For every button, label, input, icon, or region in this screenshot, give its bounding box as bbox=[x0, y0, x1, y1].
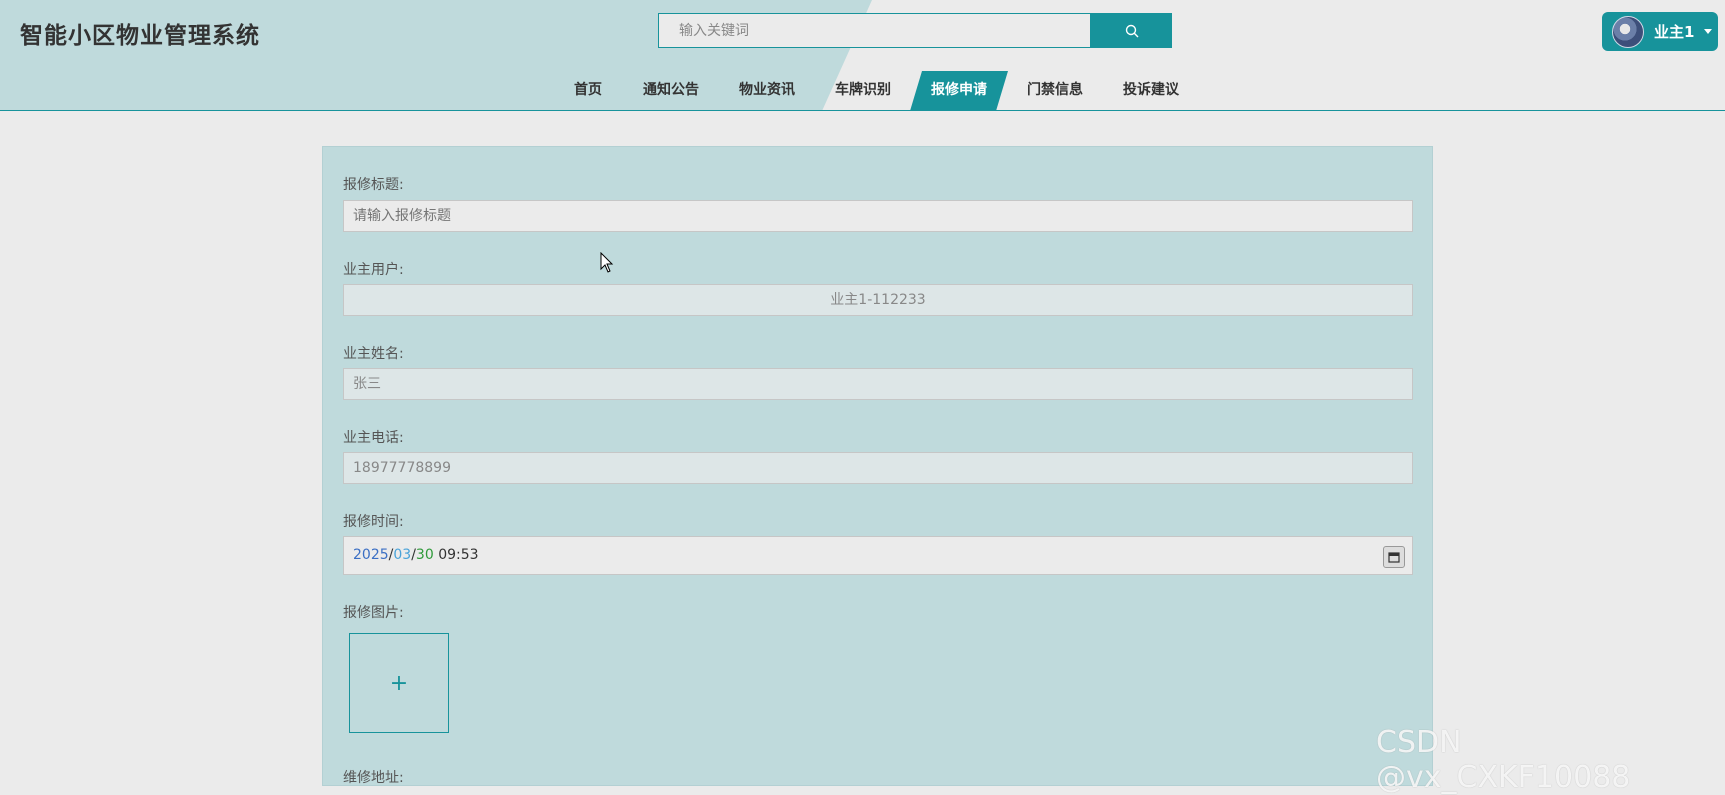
nav-item-home[interactable]: 首页 bbox=[574, 70, 602, 110]
nav-item-complaints[interactable]: 投诉建议 bbox=[1123, 70, 1179, 110]
mouse-cursor-icon bbox=[600, 252, 614, 273]
search-button[interactable] bbox=[1091, 13, 1172, 48]
owner-phone-field: 18977778899 bbox=[343, 452, 1413, 484]
date-clock: 09:53 bbox=[438, 547, 479, 563]
repair-title-input[interactable] bbox=[343, 200, 1413, 232]
watermark: CSDN @vx_CXKF10088 bbox=[1376, 725, 1631, 795]
site-title: 智能小区物业管理系统 bbox=[20, 23, 260, 49]
search-icon bbox=[1125, 24, 1138, 37]
header-divider bbox=[0, 110, 1725, 111]
date-year: 2025 bbox=[353, 547, 389, 563]
date-day: 30 bbox=[415, 547, 434, 563]
top-header: 智能小区物业管理系统 业主1 首页 通知公告 物业资讯 车牌识别 报修申请 门禁… bbox=[0, 0, 1725, 111]
date-month: 03 bbox=[393, 547, 412, 563]
repair-image-label: 报修图片: bbox=[343, 605, 404, 621]
repair-time-label: 报修时间: bbox=[343, 514, 404, 530]
user-name: 业主1 bbox=[1654, 23, 1695, 41]
repair-form: 报修标题: 业主用户: 业主1-112233 业主姓名: 张三 业主电话: 18… bbox=[322, 146, 1433, 786]
repair-title-label: 报修标题: bbox=[343, 177, 404, 193]
chevron-down-icon bbox=[1704, 29, 1713, 34]
owner-account-label: 业主用户: bbox=[343, 262, 404, 278]
owner-phone-label: 业主电话: bbox=[343, 430, 404, 446]
search-input[interactable] bbox=[658, 13, 1091, 48]
nav-item-access-control[interactable]: 门禁信息 bbox=[1027, 70, 1083, 110]
image-upload-button[interactable]: + bbox=[349, 633, 449, 733]
owner-account-field: 业主1-112233 bbox=[343, 284, 1413, 316]
nav-item-plate-recognition[interactable]: 车牌识别 bbox=[835, 70, 891, 110]
calendar-icon[interactable] bbox=[1383, 546, 1405, 568]
avatar bbox=[1612, 15, 1644, 48]
plus-icon: + bbox=[389, 670, 409, 696]
nav-item-repair-request[interactable]: 报修申请 bbox=[931, 70, 987, 110]
repair-address-label: 维修地址: bbox=[343, 770, 404, 786]
owner-name-field: 张三 bbox=[343, 368, 1413, 400]
nav-item-news[interactable]: 物业资讯 bbox=[739, 70, 795, 110]
owner-name-label: 业主姓名: bbox=[343, 346, 404, 362]
nav-item-notices[interactable]: 通知公告 bbox=[643, 70, 699, 110]
user-menu-button[interactable]: 业主1 bbox=[1602, 12, 1718, 51]
repair-time-input[interactable]: 2025/03/30 09:53 bbox=[343, 536, 1413, 575]
